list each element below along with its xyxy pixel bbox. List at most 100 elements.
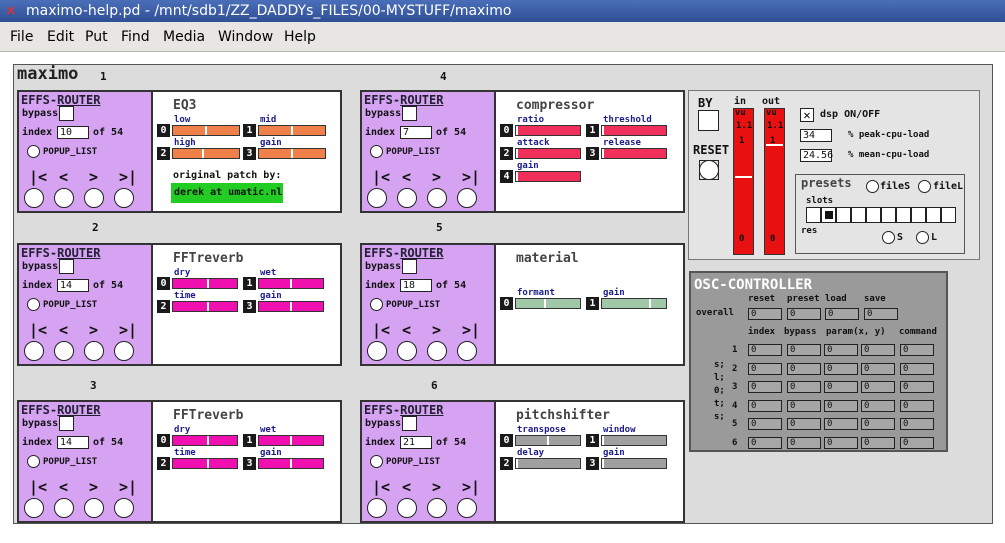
unit-6-param-2-slider[interactable] — [515, 458, 581, 469]
unit-6-param-3-knob[interactable] — [602, 459, 604, 468]
osc-overall-1[interactable]: 0 — [787, 308, 821, 320]
unit-1-index-number[interactable]: 10 — [57, 126, 89, 139]
save-s-bang[interactable] — [882, 231, 895, 244]
osc-cell-5-2[interactable]: 0 — [824, 436, 858, 449]
bypass-all-toggle[interactable] — [698, 110, 719, 131]
osc-cell-1-1[interactable]: 0 — [787, 362, 821, 375]
menu-find[interactable]: Find — [121, 29, 150, 45]
unit-4-nav-last-bang[interactable] — [457, 341, 477, 361]
unit-1-nav-next-bang[interactable] — [84, 188, 104, 208]
osc-overall-0[interactable]: 0 — [748, 308, 782, 320]
unit-5-param-1-slider[interactable] — [258, 435, 324, 446]
unit-1-param-1-slider[interactable] — [258, 125, 326, 136]
unit-4-param-0-slider[interactable] — [515, 298, 581, 309]
unit-2-param-3-slider[interactable] — [601, 148, 667, 159]
preset-slot-2[interactable] — [836, 207, 851, 223]
unit-3-param-2-slider[interactable] — [172, 301, 238, 312]
unit-3-param-0-slider[interactable] — [172, 278, 238, 289]
unit-3-param-1-slider[interactable] — [258, 278, 324, 289]
menu-file[interactable]: File — [10, 29, 33, 45]
unit-1-param-3-slider[interactable] — [258, 148, 326, 159]
unit-6-param-1-knob[interactable] — [602, 436, 604, 445]
unit-2-nav-first-bang[interactable] — [367, 188, 387, 208]
unit-5-param-2-slider[interactable] — [172, 458, 238, 469]
osc-cell-3-4[interactable]: 0 — [900, 399, 934, 412]
osc-cell-4-2[interactable]: 0 — [824, 418, 858, 430]
filel-bang[interactable] — [918, 180, 931, 193]
menu-window[interactable]: Window — [218, 29, 273, 45]
unit-2-param-0-knob[interactable] — [516, 126, 518, 135]
unit-3-nav-first-bang[interactable] — [24, 341, 44, 361]
unit-2-param-2-slider[interactable] — [515, 148, 581, 159]
preset-slot-0[interactable] — [806, 207, 821, 223]
unit-2-popup-bang[interactable] — [370, 145, 383, 158]
unit-6-param-3-slider[interactable] — [601, 458, 667, 469]
unit-3-param-2-knob[interactable] — [207, 302, 209, 311]
unit-4-index-number[interactable]: 18 — [400, 279, 432, 292]
dsp-toggle[interactable]: ✕ — [800, 108, 814, 122]
unit-5-param-3-knob[interactable] — [290, 459, 292, 468]
osc-cell-5-0[interactable]: 0 — [748, 436, 782, 449]
unit-3-param-3-slider[interactable] — [258, 301, 324, 312]
osc-cell-2-1[interactable]: 0 — [787, 381, 821, 393]
reset-bang[interactable] — [699, 160, 719, 180]
unit-2-param-1-slider[interactable] — [601, 125, 667, 136]
unit-4-param-0-knob[interactable] — [544, 299, 546, 308]
unit-5-index-number[interactable]: 14 — [57, 436, 89, 449]
unit-3-nav-last-bang[interactable] — [114, 341, 134, 361]
osc-cell-3-1[interactable]: 0 — [787, 399, 821, 412]
unit-1-nav-prev-bang[interactable] — [54, 188, 74, 208]
osc-cell-4-3[interactable]: 0 — [861, 418, 895, 430]
unit-5-param-1-knob[interactable] — [290, 436, 292, 445]
osc-cell-2-2[interactable]: 0 — [824, 381, 858, 393]
unit-1-popup-bang[interactable] — [27, 145, 40, 158]
osc-overall-2[interactable]: 0 — [825, 308, 859, 320]
unit-3-bypass-toggle[interactable] — [59, 259, 74, 274]
preset-slot-5[interactable] — [881, 207, 896, 223]
unit-6-param-0-slider[interactable] — [515, 435, 581, 446]
preset-slot-6[interactable] — [896, 207, 911, 223]
osc-cell-0-1[interactable]: 0 — [787, 344, 821, 356]
osc-cell-1-0[interactable]: 0 — [748, 362, 782, 375]
unit-3-param-3-knob[interactable] — [290, 302, 292, 311]
osc-cell-5-4[interactable]: 0 — [900, 436, 934, 449]
unit-6-param-0-knob[interactable] — [547, 436, 549, 445]
menu-help[interactable]: Help — [284, 29, 316, 45]
unit-2-bypass-toggle[interactable] — [402, 106, 417, 121]
unit-4-param-1-knob[interactable] — [649, 299, 651, 308]
unit-6-nav-first-bang[interactable] — [367, 498, 387, 518]
unit-2-nav-prev-bang[interactable] — [397, 188, 417, 208]
unit-2-param-1-knob[interactable] — [602, 126, 604, 135]
unit-5-nav-last-bang[interactable] — [114, 498, 134, 518]
unit-2-param-0-slider[interactable] — [515, 125, 581, 136]
preset-slot-7[interactable] — [911, 207, 926, 223]
osc-cell-2-4[interactable]: 0 — [900, 381, 934, 393]
unit-1-nav-last-bang[interactable] — [114, 188, 134, 208]
osc-cell-0-4[interactable]: 0 — [900, 344, 934, 356]
preset-slot-3[interactable] — [851, 207, 866, 223]
unit-2-nav-next-bang[interactable] — [427, 188, 447, 208]
unit-3-index-number[interactable]: 14 — [57, 279, 89, 292]
unit-2-param-4-slider[interactable] — [515, 171, 581, 182]
unit-1-param-0-knob[interactable] — [205, 126, 207, 135]
unit-6-param-1-slider[interactable] — [601, 435, 667, 446]
unit-2-param-2-knob[interactable] — [516, 149, 518, 158]
unit-5-popup-bang[interactable] — [27, 455, 40, 468]
osc-cell-2-3[interactable]: 0 — [861, 381, 895, 393]
unit-6-nav-prev-bang[interactable] — [397, 498, 417, 518]
unit-5-param-0-knob[interactable] — [207, 436, 209, 445]
unit-5-nav-prev-bang[interactable] — [54, 498, 74, 518]
unit-6-bypass-toggle[interactable] — [402, 416, 417, 431]
osc-cell-1-2[interactable]: 0 — [824, 362, 858, 375]
osc-cell-2-0[interactable]: 0 — [748, 381, 782, 393]
unit-2-param-3-knob[interactable] — [602, 149, 604, 158]
unit-5-nav-next-bang[interactable] — [84, 498, 104, 518]
unit-5-nav-first-bang[interactable] — [24, 498, 44, 518]
unit-5-param-3-slider[interactable] — [258, 458, 324, 469]
osc-cell-0-3[interactable]: 0 — [861, 344, 895, 356]
unit-3-param-0-knob[interactable] — [207, 279, 209, 288]
unit-4-param-1-slider[interactable] — [601, 298, 667, 309]
unit-3-nav-next-bang[interactable] — [84, 341, 104, 361]
unit-4-nav-prev-bang[interactable] — [397, 341, 417, 361]
osc-cell-4-4[interactable]: 0 — [900, 418, 934, 430]
